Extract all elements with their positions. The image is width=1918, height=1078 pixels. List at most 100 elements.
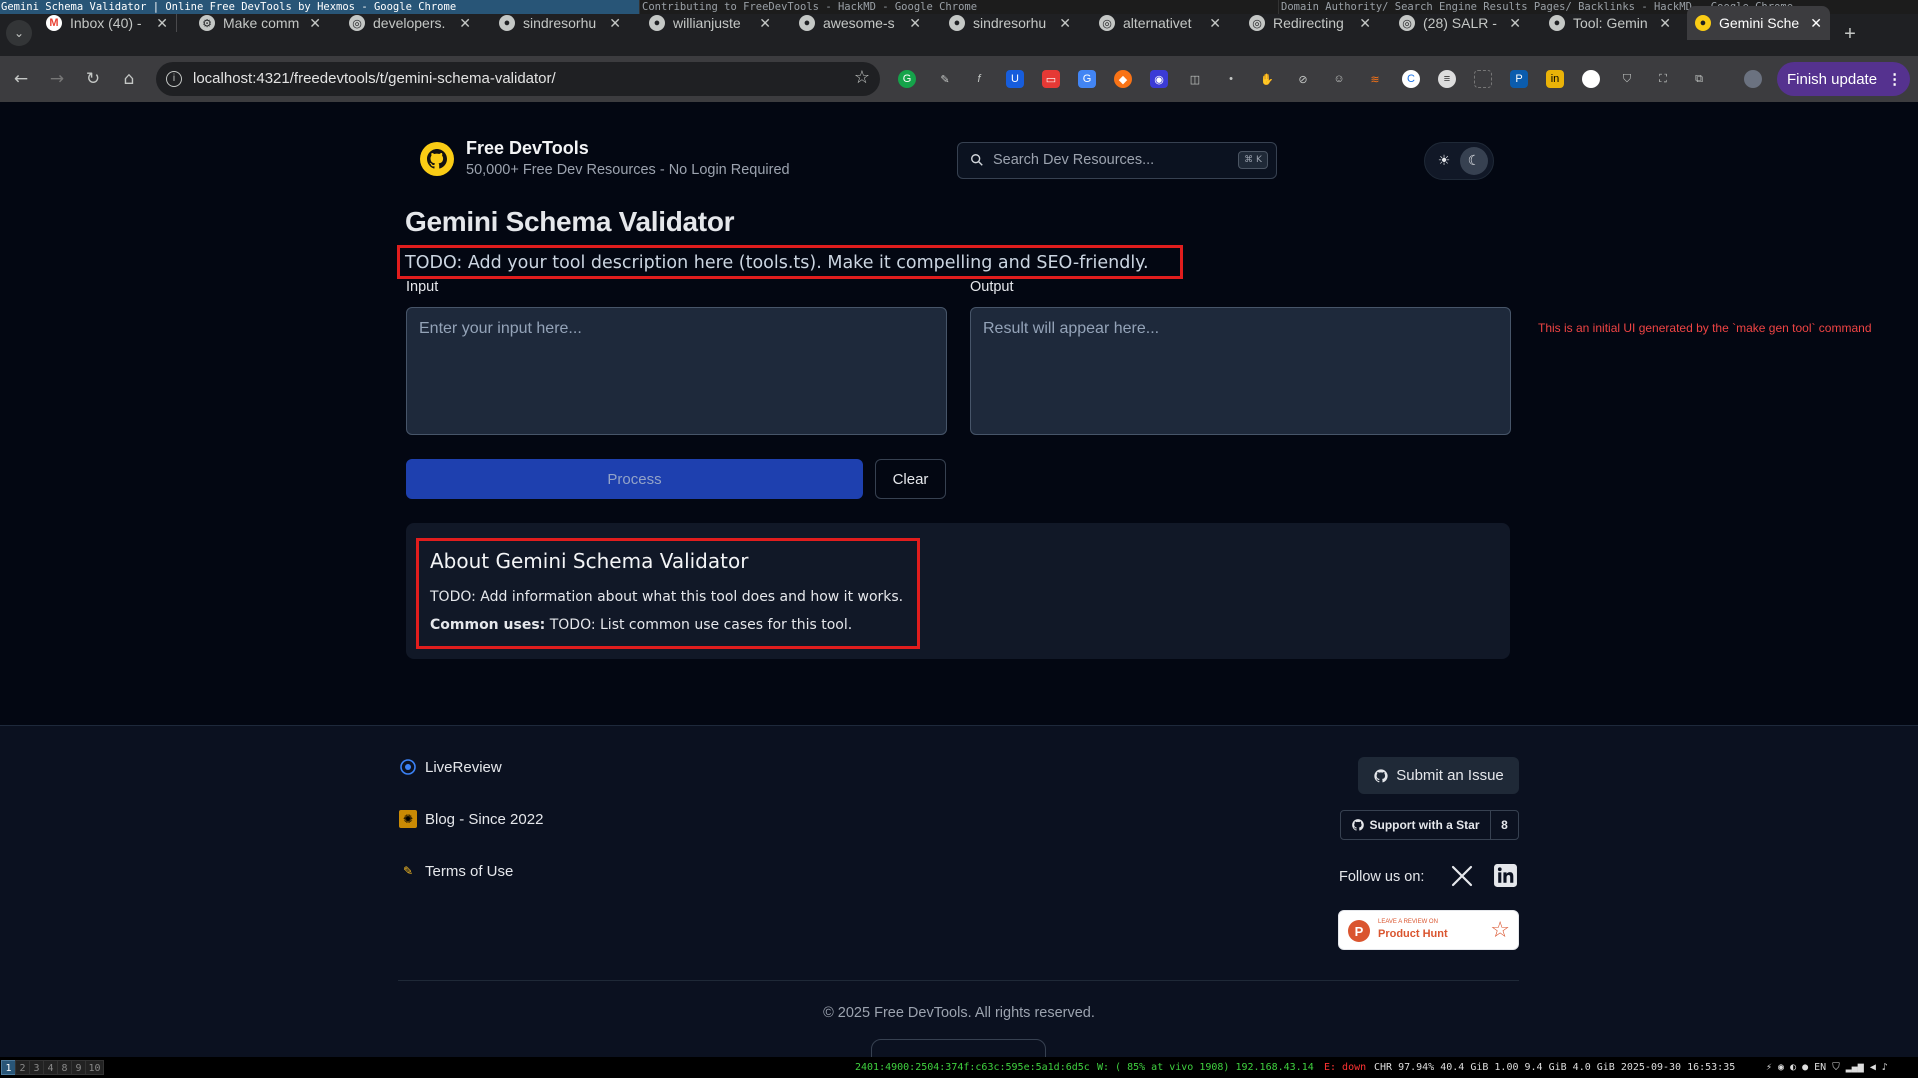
red-extension-icon[interactable]: ▭ [1042,70,1060,88]
browser-tab[interactable]: ● awesome-s ✕ [791,6,929,40]
bookmark-star-icon[interactable]: ☆ [854,67,870,88]
forward-arrow-icon[interactable]: → [44,66,70,92]
back-arrow-icon[interactable]: ← [8,66,34,92]
sun-icon[interactable]: ☀ [1431,148,1457,174]
common-uses-label: Common uses: [430,617,546,633]
compass-extension-icon[interactable]: ⊘ [1294,70,1312,88]
finish-update-button[interactable]: Finish update ⋮ [1777,62,1910,96]
close-icon[interactable]: ✕ [1659,15,1671,32]
white-circle-extension-icon[interactable] [1582,70,1600,88]
linkedin-icon[interactable] [1493,863,1518,888]
site-info-icon[interactable]: i [166,71,182,87]
workspace-button[interactable]: 3 [29,1060,44,1075]
star-button-main[interactable]: Support with a Star [1341,811,1491,839]
page-viewport: Free DevTools 50,000+ Free Dev Resources… [0,102,1918,1057]
process-button[interactable]: Process [406,459,863,499]
ethernet-status: E: down [1324,1062,1367,1073]
footer-link-blog[interactable]: ✺ Blog - Since 2022 [399,810,543,828]
workspace-button[interactable]: 8 [57,1060,72,1075]
browser-tab[interactable]: M Inbox (40) - ✕ [38,6,177,40]
list-extension-icon[interactable]: ≡ [1438,70,1456,88]
footer-link-livereview[interactable]: LiveReview [399,758,502,776]
close-icon[interactable]: ✕ [1359,15,1371,32]
c-extension-icon[interactable]: C [1402,70,1420,88]
star-count[interactable]: 8 [1491,811,1518,839]
more-menu-icon[interactable]: ⋮ [1887,70,1902,88]
workspace-button[interactable]: 9 [71,1060,86,1075]
close-icon[interactable]: ✕ [1509,15,1521,32]
browser-tab[interactable]: ● Tool: Gemin ✕ [1541,6,1679,40]
close-icon[interactable]: ✕ [1209,15,1221,32]
rss-extension-icon[interactable]: ≋ [1366,70,1384,88]
fx-extension-icon[interactable]: f [970,70,988,88]
github-icon: ● [949,15,965,31]
workspace-button[interactable]: 10 [85,1060,104,1075]
dot-extension-icon[interactable]: • [1222,70,1240,88]
screenshot-extension-icon[interactable] [1474,70,1492,88]
capture-extension-icon[interactable]: ⛶ [1654,70,1672,88]
floating-dock[interactable] [871,1039,1046,1057]
browser-tab[interactable]: ◎ developers. ✕ [341,6,479,40]
face-extension-icon[interactable]: ☺ [1330,70,1348,88]
close-icon[interactable]: ✕ [909,15,921,32]
close-icon[interactable]: ✕ [459,15,471,32]
browser-tab-active[interactable]: ● Gemini Sche ✕ [1687,6,1830,40]
moon-icon[interactable]: ☾ [1460,147,1488,175]
github-icon: ● [499,15,515,31]
close-icon[interactable]: ✕ [1059,15,1071,32]
workspace-button[interactable]: 2 [15,1060,30,1075]
translate-extension-icon[interactable]: G [1078,70,1096,88]
close-icon[interactable]: ✕ [609,15,621,32]
address-bar[interactable]: i localhost:4321/freedevtools/t/gemini-s… [156,62,880,96]
address-url[interactable]: localhost:4321/freedevtools/t/gemini-sch… [193,70,556,87]
site-title[interactable]: Free DevTools [466,138,589,159]
tray-icons[interactable]: ⚡ ◉ ◐ ● EN ⛉ ▂▄▆ ◀ ♪ [1766,1057,1888,1078]
p-extension-icon[interactable]: P [1510,70,1528,88]
clear-button[interactable]: Clear [875,459,946,499]
star-outline-icon: ☆ [1490,918,1510,943]
shirt-extension-icon[interactable]: ◫ [1186,70,1204,88]
browser-tab[interactable]: ◎ Redirecting ✕ [1241,6,1379,40]
output-textarea[interactable]: Result will appear here... [970,307,1511,435]
submit-issue-button[interactable]: Submit an Issue [1358,757,1519,794]
footer-link-terms[interactable]: ✎ Terms of Use [399,862,513,880]
blue-extension-icon[interactable]: ◉ [1150,70,1168,88]
close-icon[interactable]: ✕ [309,15,321,32]
hand-extension-icon[interactable]: ✋ [1258,70,1276,88]
close-icon[interactable]: ✕ [1810,15,1822,32]
home-icon[interactable]: ⌂ [116,66,142,92]
search-input[interactable]: Search Dev Resources... ⌘ K [957,142,1277,179]
in-extension-icon[interactable]: in [1546,70,1564,88]
browser-tab[interactable]: ◎ (28) SALR - ✕ [1391,6,1529,40]
tab-search-chevron-icon[interactable]: ⌄ [6,20,32,46]
profile-avatar-icon[interactable] [1744,70,1762,88]
browser-tab[interactable]: ● sindresorhu ✕ [491,6,629,40]
orange-extension-icon[interactable]: ◆ [1114,70,1132,88]
shield-extension-icon[interactable]: ⛉ [1618,70,1636,88]
github-star-button[interactable]: Support with a Star 8 [1340,810,1519,840]
puzzle-extensions-icon[interactable]: ⧉ [1690,70,1708,88]
browser-tab[interactable]: ● willianjuste ✕ [641,6,779,40]
gmail-icon: M [46,15,62,31]
about-common-uses: Common uses: TODO: List common use cases… [430,617,852,633]
footer-divider [398,980,1519,981]
github-icon: ● [799,15,815,31]
browser-tab[interactable]: ⚙ Make comm ✕ [191,6,329,40]
input-textarea[interactable]: Enter your input here... [406,307,947,435]
grammarly-extension-icon[interactable]: G [898,70,916,88]
bitwarden-extension-icon[interactable]: U [1006,70,1024,88]
github-logo-icon[interactable] [420,142,454,176]
x-twitter-icon[interactable] [1450,864,1474,888]
workspace-button[interactable]: 1 [1,1060,16,1075]
globe-icon: ◎ [1249,15,1265,31]
workspace-button[interactable]: 4 [43,1060,58,1075]
new-tab-plus-icon[interactable]: + [1838,22,1862,46]
reload-icon[interactable]: ↻ [80,66,106,92]
browser-tab[interactable]: ◎ alternativet ✕ [1091,6,1229,40]
browser-tab[interactable]: ● sindresorhu ✕ [941,6,1079,40]
generated-ui-note: This is an initial UI generated by the `… [1538,321,1872,335]
pen-extension-icon[interactable]: ✎ [936,70,954,88]
close-icon[interactable]: ✕ [156,15,168,32]
product-hunt-badge[interactable]: P LEAVE A REVIEW ON Product Hunt ☆ [1338,910,1519,950]
close-icon[interactable]: ✕ [759,15,771,32]
